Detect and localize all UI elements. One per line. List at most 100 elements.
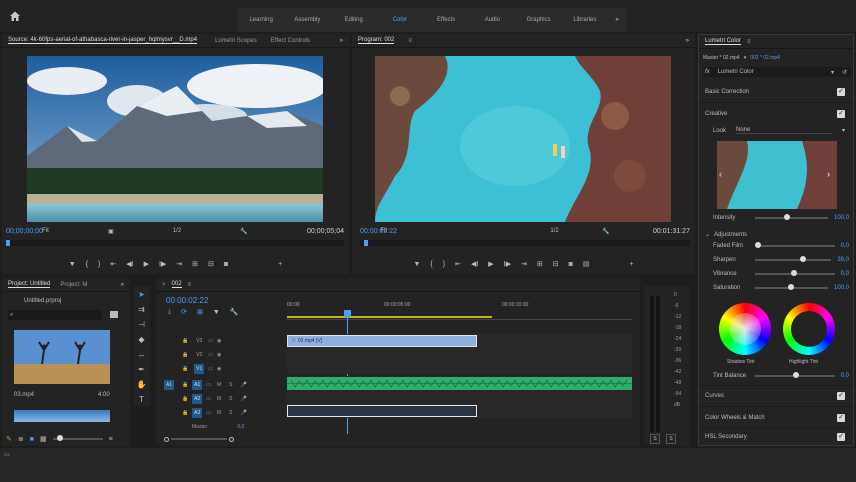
nest-icon[interactable]: ⊠ (197, 308, 203, 316)
eye-icon[interactable]: ◉ (217, 366, 221, 372)
audio-clip[interactable] (287, 377, 632, 390)
status-icon[interactable]: ▭ (4, 451, 10, 458)
add-button-icon[interactable]: + (278, 261, 282, 268)
export-frame-icon[interactable]: ◙ (569, 261, 573, 268)
sync-icon[interactable]: ▭ (206, 396, 211, 402)
chevron-down-icon[interactable]: ▾ (744, 55, 747, 61)
new-bin-icon[interactable] (110, 311, 118, 318)
timeline-menu-icon[interactable]: ≡ (188, 282, 192, 288)
step-back-icon[interactable]: ◀I (471, 260, 478, 268)
toggle-sync-icon[interactable]: ▭ (208, 366, 213, 372)
panel-more-icon[interactable]: » (121, 282, 124, 288)
color-wheels-section[interactable]: Color Wheels & Match ✓ (699, 407, 853, 429)
list-view-icon[interactable]: ≣ (18, 435, 24, 443)
tab-editing[interactable]: Editing (331, 17, 377, 23)
razor-icon[interactable]: ◆ (138, 335, 144, 344)
basic-correction-checkbox[interactable]: ✓ (837, 87, 845, 96)
tab-color[interactable]: Color (377, 17, 423, 23)
marker-icon[interactable]: ▼ (69, 261, 76, 268)
lock-icon[interactable]: 🔒 (182, 352, 188, 358)
hsl-secondary-checkbox[interactable]: ✓ (837, 433, 845, 441)
adjustment-value[interactable]: 0,0 (841, 243, 849, 249)
slider-knob[interactable] (787, 284, 794, 290)
go-to-in-icon[interactable]: ⇤ (455, 260, 461, 268)
program-fit-select[interactable]: Fit (380, 228, 387, 234)
intensity-value[interactable]: 100,0 (834, 215, 849, 221)
selection-tool-icon[interactable]: ➤ (138, 290, 145, 299)
curves-section[interactable]: Curves ✓ (699, 385, 853, 407)
audio-clip-a3[interactable] (287, 405, 477, 417)
project-menu-icon[interactable]: ≡ (109, 436, 113, 443)
go-to-in-icon[interactable]: ⇤ (110, 260, 116, 268)
lock-icon[interactable]: 🔒 (182, 338, 188, 344)
lock-icon[interactable]: 🔒 (182, 366, 188, 372)
overwrite-icon[interactable]: ⊟ (208, 260, 214, 268)
pen-tool-icon[interactable]: ✒ (138, 365, 145, 374)
lock-icon[interactable]: 🔒 (182, 382, 188, 388)
timeline-scroll[interactable] (164, 436, 234, 442)
mute-button[interactable]: M (217, 410, 221, 416)
tab-assembly[interactable]: Assembly (284, 17, 330, 23)
ripple-edit-icon[interactable]: ⊣ (138, 320, 145, 329)
reset-icon[interactable]: ↺ (842, 69, 847, 76)
home-icon[interactable] (9, 10, 21, 22)
hand-tool-icon[interactable]: ✋ (137, 380, 147, 389)
sequence-clip-label[interactable]: 002 * 02.mp4 (750, 55, 780, 61)
creative-checkbox[interactable]: ✓ (837, 110, 845, 118)
track-name[interactable]: V2 (194, 350, 204, 360)
type-tool-icon[interactable]: T (139, 395, 144, 404)
timeline-settings-icon[interactable]: 🔧 (230, 308, 239, 316)
adjustment-value[interactable]: 100,0 (834, 285, 849, 291)
lumetri-title[interactable]: Lumetri Color (705, 38, 742, 45)
pencil-icon[interactable]: ✎ (6, 435, 12, 443)
program-timecode[interactable]: 00:00:02:22 (360, 228, 397, 235)
next-look-icon[interactable]: › (827, 169, 830, 179)
play-icon[interactable]: ▶ (488, 260, 493, 268)
eye-icon[interactable]: ◉ (217, 352, 221, 358)
source-patch-a1[interactable]: A1 (164, 379, 174, 390)
source-playhead[interactable] (6, 240, 10, 246)
tab-lumetri-scopes[interactable]: Lumetri Scopes (215, 38, 257, 44)
master-value[interactable]: 0,0 (237, 424, 244, 430)
snap-icon[interactable]: ⤓ (168, 308, 171, 316)
add-marker-icon[interactable]: ▼ (213, 309, 220, 316)
zoom-slider[interactable] (52, 435, 103, 441)
slip-tool-icon[interactable]: ↔ (138, 350, 146, 359)
program-menu-icon[interactable]: ≡ (408, 38, 412, 44)
toggle-sync-icon[interactable]: ▭ (208, 338, 213, 344)
tab-graphics[interactable]: Graphics (516, 17, 562, 23)
mic-icon[interactable]: 🎤 (240, 382, 246, 388)
tab-project-untitled[interactable]: Project: Untitled (8, 281, 51, 288)
adjustments-header[interactable]: ⌄ Adjustments (705, 231, 747, 239)
source-scrub-bar[interactable] (6, 240, 344, 246)
step-back-icon[interactable]: ◀I (126, 260, 133, 268)
project-search[interactable]: ⌕ (8, 310, 102, 320)
extract-icon[interactable]: ⊟ (553, 260, 559, 268)
tab-learning[interactable]: Learning (238, 17, 284, 23)
project-thumbnail[interactable] (14, 330, 110, 384)
solo-right-button[interactable]: S (666, 434, 676, 444)
adjustment-slider[interactable] (755, 242, 835, 248)
go-to-out-icon[interactable]: ⇥ (521, 260, 527, 268)
basic-correction-section[interactable]: Basic Correction ✓ (699, 81, 853, 103)
timeline-timecode[interactable]: 00:00:02:22 (166, 296, 208, 305)
track-name[interactable]: A1 (192, 379, 203, 390)
panel-more-icon[interactable]: » (340, 38, 343, 44)
insert-icon[interactable]: ⊞ (192, 260, 198, 268)
adjustment-value[interactable]: 0,0 (841, 271, 849, 277)
mic-icon[interactable]: 🎤 (240, 396, 246, 402)
compare-icon[interactable]: ▤ (583, 260, 590, 268)
adjustment-value[interactable]: 39,0 (837, 257, 849, 263)
freeform-view-icon[interactable]: ▦ (40, 435, 47, 443)
tab-project-m[interactable]: Project: M (60, 282, 87, 288)
program-scrub-bar[interactable] (360, 240, 690, 246)
lock-icon[interactable]: 🔒 (182, 396, 188, 402)
program-resolution-select[interactable]: 1/2 (550, 228, 558, 234)
lumetri-menu-icon[interactable]: ≡ (747, 39, 751, 45)
mark-out-icon[interactable]: } (443, 261, 445, 268)
slider-knob[interactable] (790, 270, 797, 276)
export-frame-icon[interactable]: ◙ (224, 261, 228, 268)
color-wheels-checkbox[interactable]: ✓ (837, 413, 845, 422)
tab-effects[interactable]: Effects (423, 17, 469, 23)
linked-selection-icon[interactable]: ⟳ (181, 308, 187, 316)
